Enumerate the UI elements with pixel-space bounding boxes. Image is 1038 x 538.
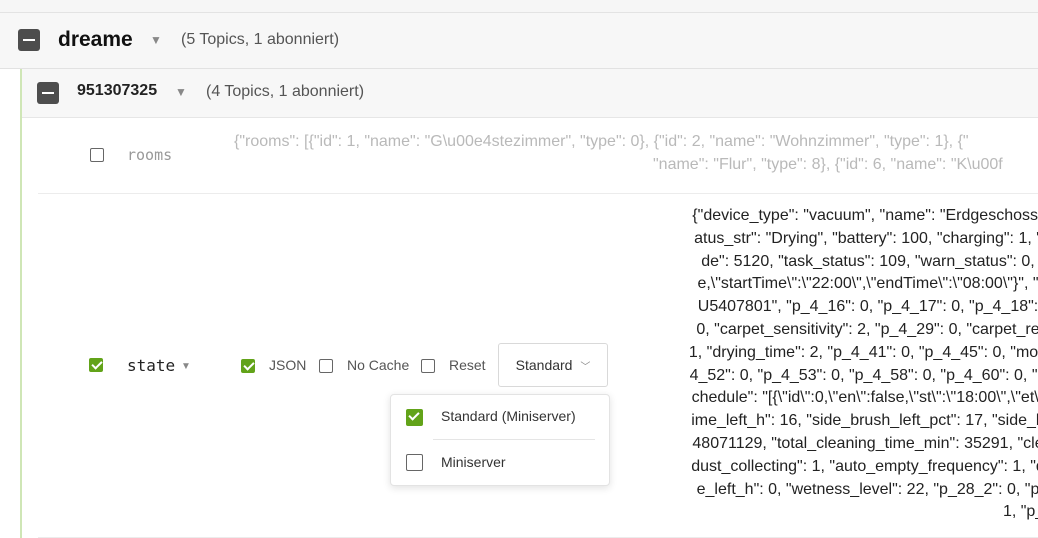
- format-option-checkbox[interactable]: [406, 409, 423, 426]
- group-summary: (5 Topics, 1 abonniert): [181, 31, 340, 48]
- nocache-label: No Cache: [347, 357, 410, 373]
- format-select-button[interactable]: Standard ﹀: [498, 343, 608, 387]
- nocache-checkbox[interactable]: [319, 359, 333, 373]
- state-value-line: chedule": "[{\"id\":0,\"en\":false,\"st\…: [691, 389, 1038, 407]
- state-caret-down-icon[interactable]: ▼: [181, 361, 191, 372]
- rooms-topic-name: rooms: [127, 146, 173, 164]
- tree-rail: [20, 69, 22, 538]
- group-caret-down-icon[interactable]: ▼: [150, 33, 162, 47]
- state-value-line: 4_52": 0, "p_4_53": 0, "p_4_58": 0, "p_4…: [689, 366, 1038, 384]
- device-caret-down-icon[interactable]: ▼: [175, 85, 187, 99]
- device-header[interactable]: 951307325 ▼ (4 Topics, 1 abonniert): [22, 69, 1038, 118]
- device-id: 951307325: [77, 82, 158, 99]
- group-name: dreame: [58, 28, 133, 51]
- rooms-value-line: {"rooms": [{"id": 1, "name": "G\u00e4ste…: [234, 133, 969, 150]
- top-divider: [0, 0, 1038, 13]
- chevron-down-icon: ﹀: [580, 362, 591, 373]
- collapse-group-icon[interactable]: [18, 29, 40, 51]
- state-value: {"device_type": "vacuum", "name": "Erdge…: [648, 205, 1038, 524]
- state-value-line: ime_left_h": 16, "side_brush_left_pct": …: [691, 412, 1038, 430]
- state-value-line: 1, "p_28: [1002, 503, 1038, 521]
- device-summary: (4 Topics, 1 abonniert): [206, 83, 365, 100]
- topic-row-rooms: rooms {"rooms": [{"id": 1, "name": "G\u0…: [38, 118, 1038, 194]
- dropdown-divider: [433, 439, 595, 440]
- format-dropdown-menu: Standard (Miniserver) Miniserver: [390, 394, 610, 486]
- reset-checkbox[interactable]: [421, 359, 435, 373]
- group-header-dreame[interactable]: dreame ▼ (5 Topics, 1 abonniert): [0, 13, 1038, 69]
- state-value-line: 0, "carpet_sensitivity": 2, "p_4_29": 0,…: [696, 320, 1038, 338]
- state-value-line: e_left_h": 0, "wetness_level": 22, "p_28…: [696, 480, 1038, 498]
- state-value-line: 48071129, "total_cleaning_time_min": 352…: [692, 434, 1038, 452]
- state-value-line: dust_collecting": 1, "auto_empty_frequen…: [691, 457, 1038, 475]
- state-value-line: U5407801", "p_4_16": 0, "p_4_17": 0, "p_…: [697, 298, 1038, 316]
- state-value-line: e,\"startTime\":\"22:00\",\"endTime\":\"…: [697, 275, 1038, 293]
- json-checkbox[interactable]: [241, 359, 255, 373]
- format-option-label: Standard (Miniserver): [441, 408, 576, 424]
- state-value-line: de": 5120, "task_status": 109, "warn_sta…: [701, 252, 1035, 270]
- state-subscribe-checkbox[interactable]: [89, 358, 103, 372]
- state-value-line: 1, "drying_time": 2, "p_4_41": 0, "p_4_4…: [688, 343, 1038, 361]
- state-value-line: {"device_type": "vacuum", "name": "Erdge…: [692, 207, 1038, 224]
- format-option-checkbox[interactable]: [406, 454, 423, 471]
- reset-label: Reset: [449, 357, 486, 373]
- format-select-label: Standard: [515, 357, 573, 373]
- rooms-value-line: "name": "Flur", "type": 8}, {"id": 6, "n…: [653, 155, 1003, 173]
- rooms-value: {"rooms": [{"id": 1, "name": "G\u00e4ste…: [234, 131, 1003, 177]
- state-topic-name: state: [127, 356, 176, 375]
- rooms-subscribe-checkbox[interactable]: [90, 148, 104, 162]
- format-option-miniserver[interactable]: Miniserver: [391, 441, 609, 485]
- format-option-standard-miniserver[interactable]: Standard (Miniserver): [391, 395, 609, 439]
- format-option-label: Miniserver: [441, 454, 506, 470]
- collapse-device-icon[interactable]: [37, 82, 59, 104]
- json-label: JSON: [269, 357, 307, 373]
- state-value-line: atus_str": "Drying", "battery": 100, "ch…: [694, 229, 1038, 247]
